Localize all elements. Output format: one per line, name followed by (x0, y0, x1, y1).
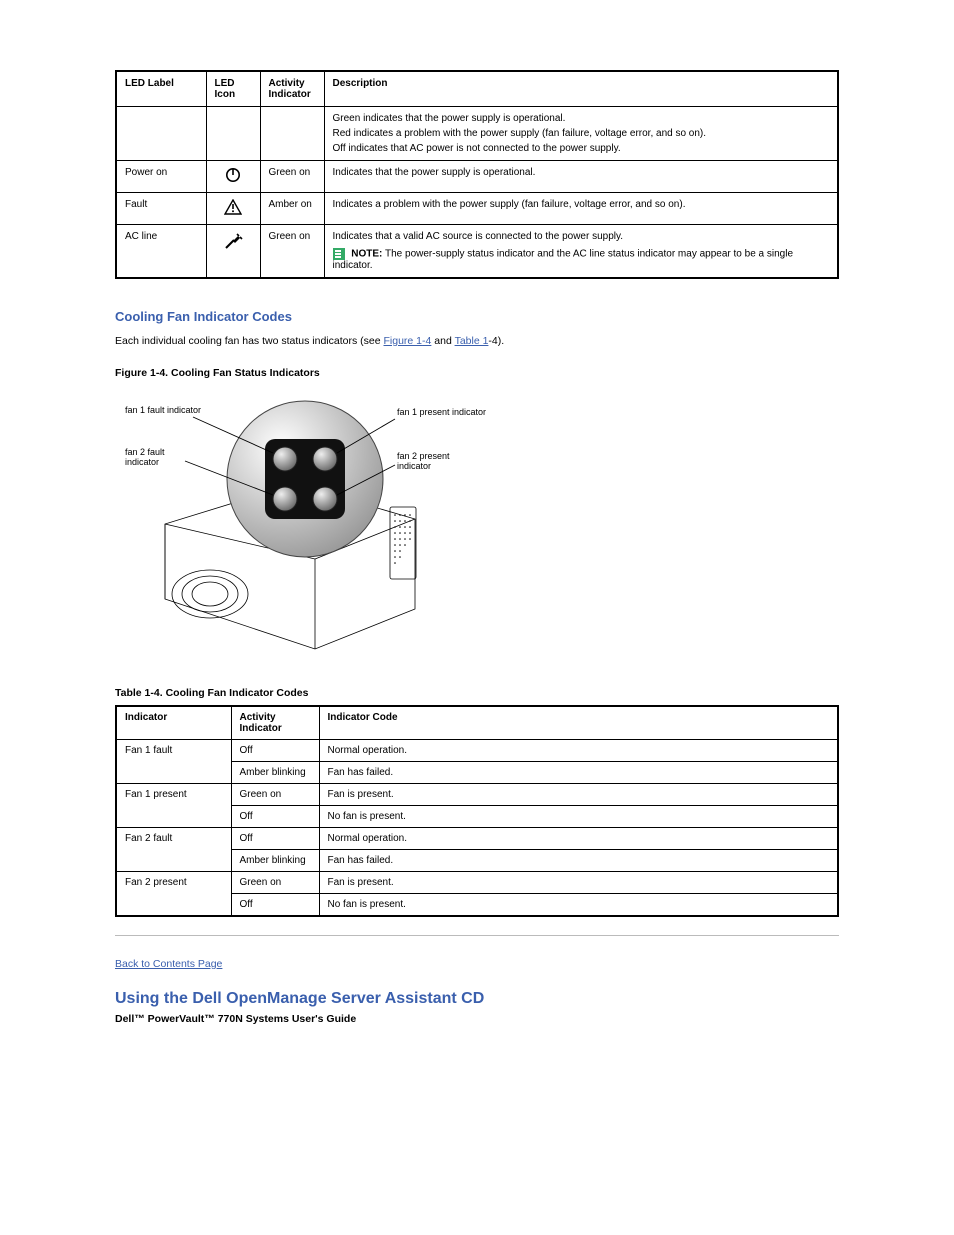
desc-line: Red indicates a problem with the power s… (333, 128, 830, 139)
cell-activity: Amber on (260, 193, 324, 225)
cell-desc: Indicates that the power supply is opera… (324, 161, 838, 193)
hdr-icon: LED Icon (206, 71, 260, 107)
cell-activity: Green on (260, 225, 324, 279)
ac-plug-icon (206, 225, 260, 279)
hdr-activity: Activity Indicator (260, 71, 324, 107)
table-row: Fan 2 present Green on Fan is present. (116, 871, 838, 893)
hdr-indicator: Indicator (116, 706, 231, 740)
cell-label: AC line (116, 225, 206, 279)
desc-line: Off indicates that AC power is not conne… (333, 143, 830, 154)
cell-desc: Indicates a problem with the power suppl… (324, 193, 838, 225)
hdr-desc: Description (324, 71, 838, 107)
table-row: Fan 1 present Green on Fan is present. (116, 783, 838, 805)
cell-activity: Green on (260, 161, 324, 193)
table-link[interactable]: Table 1 (455, 335, 489, 347)
cell-label: Power on (116, 161, 206, 193)
fan-indicator-table: Indicator Activity Indicator Indicator C… (115, 705, 839, 917)
back-link[interactable]: Back to Contents Page (115, 958, 839, 970)
hdr-activity: Activity Indicator (231, 706, 319, 740)
desc-line: Green indicates that the power supply is… (333, 113, 830, 124)
table-row: Green indicates that the power supply is… (116, 107, 838, 161)
divider (115, 935, 839, 936)
figure-caption: Figure 1-4. Cooling Fan Status Indicator… (115, 367, 839, 379)
note-label: NOTE: (351, 249, 382, 260)
page-title: Using the Dell OpenManage Server Assista… (115, 990, 839, 1008)
note-text: The power-supply status indicator and th… (333, 249, 794, 271)
section-para: Each individual cooling fan has two stat… (115, 334, 839, 349)
table-row: AC line Green on Indicates that a valid … (116, 225, 838, 279)
table-row: Fan 1 fault Off Normal operation. (116, 739, 838, 761)
callout-fan2-fault-line2: indicator (125, 457, 159, 467)
cell-desc: Indicates that a valid AC source is conn… (333, 231, 830, 242)
note-icon (333, 248, 345, 260)
callout-fan2-fault-line1: fan 2 fault (125, 447, 165, 457)
table-row: Fault Amber on Indicates a problem with … (116, 193, 838, 225)
svg-text:indicator: indicator (397, 461, 431, 471)
table-row: Power on Green on Indicates that the pow… (116, 161, 838, 193)
power-on-icon (206, 161, 260, 193)
table-row: Fan 2 fault Off Normal operation. (116, 827, 838, 849)
note-row: NOTE: The power-supply status indicator … (333, 248, 830, 271)
caution-icon (206, 193, 260, 225)
section-heading: Cooling Fan Indicator Codes (115, 309, 839, 324)
power-led-table: LED Label LED Icon Activity Indicator De… (115, 70, 839, 279)
svg-text:fan 2 present: fan 2 present (397, 451, 450, 461)
callout: fan 1 present indicator (397, 407, 486, 417)
table-caption: Table 1-4. Cooling Fan Indicator Codes (115, 687, 839, 699)
cell-label: Fault (116, 193, 206, 225)
hdr-code: Indicator Code (319, 706, 838, 740)
hdr-label: LED Label (116, 71, 206, 107)
fan-figure: fan 2 fault indicator fan 2 present indi… (115, 389, 505, 669)
page-subtitle: Dell™ PowerVault™ 770N Systems User's Gu… (115, 1012, 839, 1027)
figure-link[interactable]: Figure 1-4 (384, 335, 432, 347)
callout: fan 1 fault indicator (125, 405, 201, 415)
